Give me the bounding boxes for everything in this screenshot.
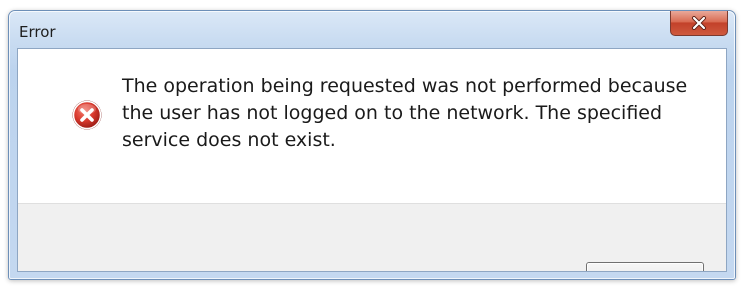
dialog-client-area: The operation being requested was not pe… bbox=[17, 48, 727, 272]
message-area: The operation being requested was not pe… bbox=[18, 49, 726, 203]
close-icon bbox=[691, 16, 707, 30]
error-icon bbox=[71, 99, 103, 131]
window-title: Error bbox=[19, 23, 56, 41]
close-button[interactable] bbox=[670, 11, 728, 36]
ok-button[interactable]: OK bbox=[586, 262, 704, 271]
button-bar: OK bbox=[18, 203, 726, 271]
error-message: The operation being requested was not pe… bbox=[122, 75, 688, 151]
error-dialog-window: Error The operation being requested was … bbox=[8, 10, 736, 280]
